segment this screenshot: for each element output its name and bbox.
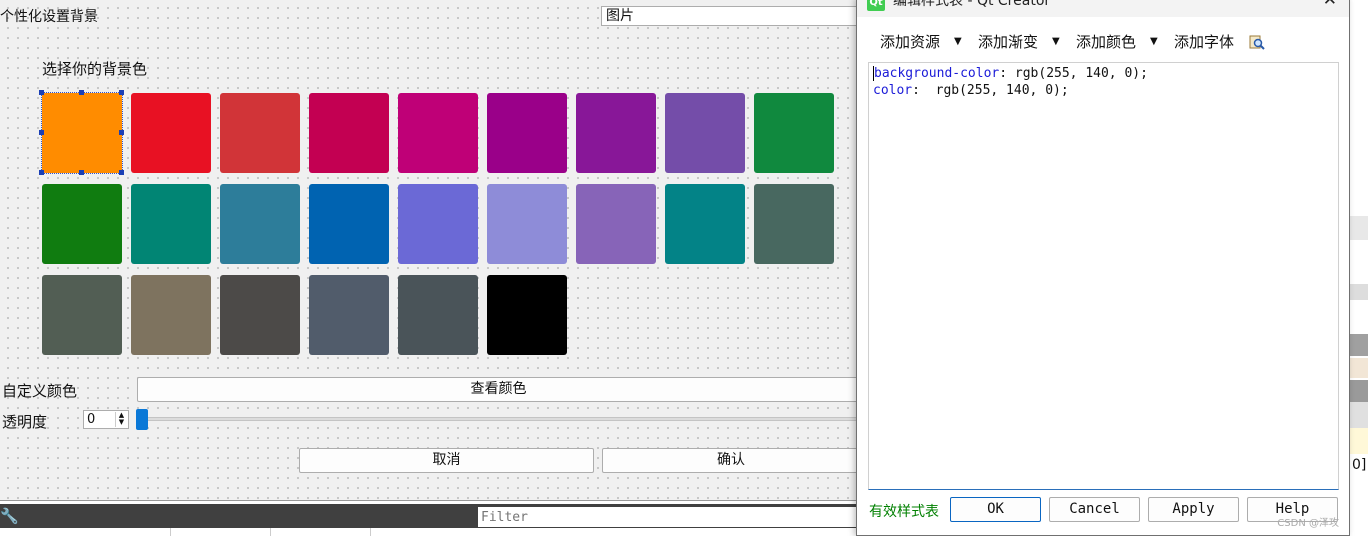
color-swatch[interactable] (487, 93, 567, 173)
add-gradient-button[interactable]: 添加渐变 (978, 29, 1038, 55)
dialog-titlebar[interactable]: Qt 编辑样式表 - Qt Creator ✕ (857, 0, 1349, 17)
css-property: color (873, 83, 913, 98)
chevron-down-icon[interactable]: ▼ (954, 29, 962, 55)
opacity-slider-handle[interactable] (136, 409, 148, 430)
color-swatch[interactable] (665, 184, 745, 264)
confirm-button[interactable]: 确认 (602, 448, 860, 473)
color-swatch[interactable] (42, 93, 122, 173)
column-divider (370, 528, 371, 536)
color-swatch[interactable] (309, 93, 389, 173)
stylesheet-editor[interactable]: background-color: rgb(255, 140, 0); colo… (868, 62, 1339, 490)
custom-color-label: 自定义颜色 (2, 382, 78, 400)
apply-button[interactable]: Apply (1148, 497, 1239, 522)
color-swatch[interactable] (42, 275, 122, 355)
resize-handle[interactable] (119, 130, 124, 135)
add-resource-button[interactable]: 添加资源 (880, 29, 940, 55)
resize-handle[interactable] (119, 170, 124, 175)
color-swatch[interactable] (131, 275, 211, 355)
css-value: : rgb(255, 140, 0); (999, 66, 1148, 81)
opacity-label: 透明度 (2, 413, 48, 431)
dialog-title: 编辑样式表 - Qt Creator (893, 0, 1051, 9)
css-value: : rgb(255, 140, 0); (912, 83, 1069, 98)
css-property: background-color (874, 66, 1000, 81)
watermark: CSDN @泽攻 (1277, 518, 1339, 529)
bottom-toolbar: 🔧 (0, 504, 860, 528)
stylesheet-toolbar: 添加资源 ▼ 添加渐变 ▼ 添加颜色 ▼ 添加字体 (857, 29, 1349, 55)
color-swatch[interactable] (42, 184, 122, 264)
dialog-cancel-button[interactable]: Cancel (1049, 497, 1140, 522)
resize-handle[interactable] (119, 90, 124, 95)
edit-stylesheet-dialog: Qt 编辑样式表 - Qt Creator ✕ 添加资源 ▼ 添加渐变 ▼ 添加… (856, 0, 1350, 536)
resize-handle[interactable] (79, 90, 84, 95)
valid-stylesheet-label: 有效样式表 (869, 504, 939, 520)
designer-canvas: 个性化设置背景 图片 选择你的背景色 自定义颜色 查看颜色 透明度 0 ▲ ▼ 取… (0, 0, 860, 500)
inspect-icon[interactable] (1249, 35, 1265, 51)
code-line: background-color: rgb(255, 140, 0); (873, 65, 1334, 82)
table-header-strip (0, 528, 860, 536)
code-line: color: rgb(255, 140, 0); (873, 82, 1334, 99)
resize-handle[interactable] (39, 90, 44, 95)
resize-handle[interactable] (79, 170, 84, 175)
color-swatch[interactable] (220, 275, 300, 355)
color-swatch[interactable] (576, 93, 656, 173)
cancel-button[interactable]: 取消 (299, 448, 594, 473)
column-divider (270, 528, 271, 536)
color-swatch[interactable] (398, 275, 478, 355)
column-divider (170, 528, 171, 536)
color-swatch[interactable] (131, 93, 211, 173)
qt-logo-icon: Qt (867, 0, 885, 11)
chevron-down-icon[interactable]: ▼ (1150, 29, 1158, 55)
color-swatch[interactable] (487, 184, 567, 264)
opacity-slider-groove[interactable] (138, 417, 860, 421)
color-swatch[interactable] (754, 184, 834, 264)
color-swatch[interactable] (576, 184, 656, 264)
view-color-button[interactable]: 查看颜色 (137, 377, 860, 402)
add-color-button[interactable]: 添加颜色 (1076, 29, 1136, 55)
color-swatch[interactable] (398, 93, 478, 173)
opacity-value: 0 (87, 412, 96, 427)
property-value-edge: 0] (1352, 457, 1367, 473)
filter-input[interactable] (478, 507, 860, 527)
color-swatch[interactable] (754, 93, 834, 173)
add-font-button[interactable]: 添加字体 (1174, 29, 1234, 55)
bg-type-combo[interactable]: 图片 (601, 6, 860, 26)
ok-button[interactable]: OK (950, 497, 1041, 522)
close-icon[interactable]: ✕ (1323, 0, 1337, 10)
bg-settings-title: 个性化设置背景 (0, 9, 98, 25)
color-swatch[interactable] (131, 184, 211, 264)
resize-handle[interactable] (39, 130, 44, 135)
color-swatch[interactable] (398, 184, 478, 264)
color-swatch[interactable] (309, 184, 389, 264)
wrench-icon[interactable]: 🔧 (0, 507, 19, 525)
color-swatch[interactable] (309, 275, 389, 355)
resize-handle[interactable] (39, 170, 44, 175)
color-swatch[interactable] (665, 93, 745, 173)
color-swatch[interactable] (487, 275, 567, 355)
choose-bg-color-label: 选择你的背景色 (42, 60, 148, 78)
chevron-down-icon[interactable]: ▼ (1052, 29, 1060, 55)
color-swatch[interactable] (220, 184, 300, 264)
opacity-spinbox[interactable]: 0 ▲ ▼ (83, 410, 129, 429)
spin-arrows-icon[interactable]: ▲ ▼ (115, 412, 127, 427)
color-swatch[interactable] (220, 93, 300, 173)
